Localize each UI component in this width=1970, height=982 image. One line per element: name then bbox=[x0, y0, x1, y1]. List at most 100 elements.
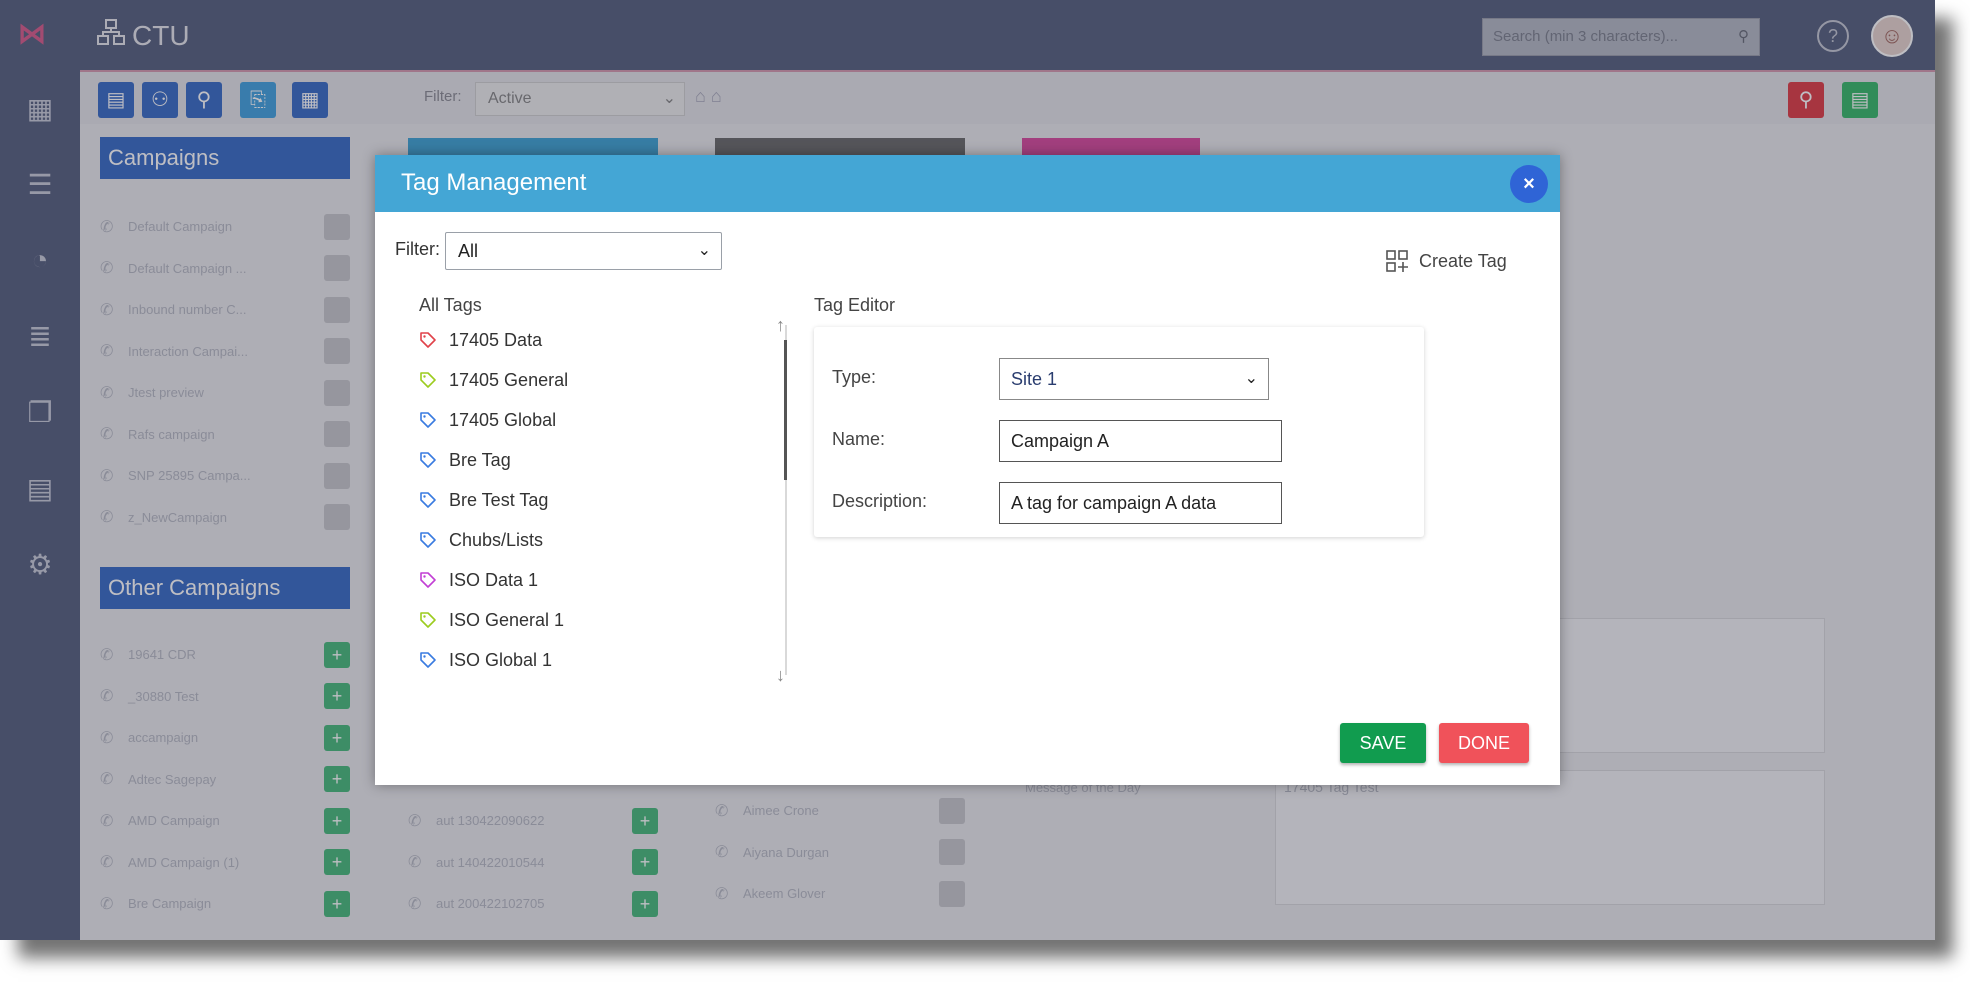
toolbar-document-button[interactable]: ▤ bbox=[98, 82, 134, 118]
tag-management-modal: Tag Management × Filter: All ⌄ Create Ta… bbox=[375, 155, 1560, 785]
bg-list-item[interactable]: ✆ Default Campaign ... bbox=[100, 252, 350, 285]
add-icon[interactable]: + bbox=[324, 890, 350, 917]
bg-list-item[interactable]: ✆ Bre Campaign + bbox=[100, 887, 350, 920]
phone-icon: ✆ bbox=[100, 260, 114, 277]
nav-documents-icon[interactable]: ❐ bbox=[0, 374, 80, 450]
bg-list-item[interactable]: ✆ Interaction Campai... bbox=[100, 335, 350, 368]
toolbar-filter-select[interactable]: Active ⌄ bbox=[475, 82, 685, 116]
phone-icon: ✆ bbox=[100, 343, 114, 360]
tag-list-item[interactable]: ISO Data 1 bbox=[419, 560, 739, 600]
tag-list-item[interactable]: ISO General 1 bbox=[419, 600, 739, 640]
bg-list-label: AMD Campaign bbox=[128, 813, 220, 828]
motd-textarea[interactable]: 17405 Tag Test bbox=[1275, 770, 1825, 905]
add-icon[interactable]: + bbox=[324, 641, 350, 668]
add-icon[interactable]: + bbox=[324, 724, 350, 751]
toolbar-copy-button[interactable]: ⎘ bbox=[240, 82, 276, 118]
global-search-input[interactable]: Search (min 3 characters)... ⚲ bbox=[1482, 18, 1760, 56]
tag-list-item[interactable]: Bre Tag bbox=[419, 440, 739, 480]
remove-icon[interactable] bbox=[324, 338, 350, 364]
tag-filter-value: All bbox=[458, 241, 479, 261]
bg-list-label: Default Campaign ... bbox=[128, 260, 247, 276]
nav-report-icon[interactable]: ▤ bbox=[0, 450, 80, 526]
bg-list-item[interactable]: ✆ aut 200422102705 + bbox=[408, 887, 658, 920]
save-button[interactable]: SAVE bbox=[1340, 723, 1426, 763]
bg-list-item[interactable]: ✆ Aimee Crone bbox=[715, 794, 965, 827]
tag-label: 17405 Global bbox=[449, 409, 557, 430]
tag-list-item[interactable]: Ad... bbox=[419, 680, 739, 683]
remove-icon[interactable] bbox=[324, 213, 350, 240]
bg-list-label: Jtest preview bbox=[128, 385, 204, 400]
bg-list-item[interactable]: ✆ Adtec Sagepay + bbox=[100, 763, 350, 796]
bg-list-item[interactable]: ✆ Akeem Glover bbox=[715, 877, 965, 910]
bg-list-item[interactable]: ✆ AMD Campaign (1) + bbox=[100, 846, 350, 879]
tag-list-item[interactable]: ISO Global 1 bbox=[419, 640, 739, 680]
tag-label: ISO Global 1 bbox=[449, 649, 553, 670]
remove-icon[interactable] bbox=[324, 296, 350, 323]
bg-list-item[interactable]: ✆ aut 140422010544 + bbox=[408, 846, 658, 879]
phone-icon: ✆ bbox=[100, 218, 114, 236]
nav-database-icon[interactable]: ≣ bbox=[0, 298, 80, 374]
create-tag-button[interactable]: Create Tag bbox=[1385, 249, 1507, 273]
bg-list-item[interactable]: ✆ z_NewCampaign bbox=[100, 501, 350, 534]
bg-list-item[interactable]: ✆ AMD Campaign + bbox=[100, 804, 350, 837]
bg-list-item[interactable]: ✆ Inbound number C... bbox=[100, 293, 350, 326]
remove-icon[interactable] bbox=[939, 880, 965, 907]
bg-list-item[interactable]: ✆ accampaign + bbox=[100, 721, 350, 754]
brand-logo-icon[interactable]: ⋈ bbox=[18, 20, 62, 48]
tag-list-item[interactable]: Chubs/Lists bbox=[419, 520, 739, 560]
name-input[interactable]: Campaign A bbox=[999, 420, 1282, 462]
add-icon[interactable]: + bbox=[632, 849, 658, 875]
add-icon[interactable]: + bbox=[632, 807, 658, 834]
arrow-down-icon[interactable]: ↓ bbox=[776, 665, 785, 686]
type-select[interactable]: Site 1 ⌄ bbox=[999, 358, 1269, 400]
arrow-up-icon[interactable]: ↑ bbox=[776, 315, 785, 336]
add-icon[interactable]: + bbox=[632, 890, 658, 917]
remove-icon[interactable] bbox=[324, 421, 350, 447]
tag-list-item[interactable]: Bre Test Tag bbox=[419, 480, 739, 520]
add-icon[interactable]: + bbox=[324, 807, 350, 834]
bg-list-item[interactable]: ✆ _30880 Test + bbox=[100, 680, 350, 713]
add-icon[interactable]: + bbox=[324, 683, 350, 709]
nav-building-icon[interactable]: ▦ bbox=[0, 70, 80, 146]
toolbar-filter-label: Filter: bbox=[424, 88, 462, 105]
bg-list-item[interactable]: ✆ Jtest preview bbox=[100, 376, 350, 409]
search-icon[interactable]: ⚲ bbox=[1738, 19, 1749, 55]
toolbar-tag-icons[interactable]: ⌂ ⌂ bbox=[695, 86, 722, 107]
add-icon[interactable]: + bbox=[324, 766, 350, 792]
tag-list: 17405 Data 17405 General 17405 Global Bre T… bbox=[419, 320, 739, 683]
toolbar-user-button[interactable]: ⚲ bbox=[186, 82, 222, 118]
bg-list-label: z_NewCampaign bbox=[128, 509, 227, 525]
nav-dashboard-icon[interactable]: ◔ bbox=[0, 222, 80, 298]
add-icon[interactable]: + bbox=[324, 849, 350, 875]
tag-list-item[interactable]: 17405 Global bbox=[419, 400, 739, 440]
nav-list-icon[interactable]: ☰ bbox=[0, 146, 80, 222]
remove-icon[interactable] bbox=[324, 462, 350, 489]
bg-list-item[interactable]: ✆ 19641 CDR + bbox=[100, 638, 350, 671]
tag-list-item[interactable]: 17405 General bbox=[419, 360, 739, 400]
remove-icon[interactable] bbox=[939, 839, 965, 865]
bg-list-item[interactable]: ✆ SNP 25895 Campa... bbox=[100, 459, 350, 492]
remove-icon[interactable] bbox=[324, 255, 350, 281]
toolbar-remove-user-button[interactable]: ⚲ bbox=[1788, 82, 1824, 118]
toolbar-export-button[interactable]: ▤ bbox=[1842, 82, 1878, 118]
tag-list-item[interactable]: 17405 Data bbox=[419, 320, 739, 360]
help-icon[interactable]: ? bbox=[1817, 20, 1849, 52]
remove-icon[interactable] bbox=[324, 379, 350, 406]
user-avatar[interactable]: ☺ bbox=[1871, 15, 1913, 57]
remove-icon[interactable] bbox=[324, 504, 350, 530]
bg-list-item[interactable]: ✆ Rafs campaign bbox=[100, 418, 350, 451]
tag-icon bbox=[419, 651, 437, 669]
done-button[interactable]: DONE bbox=[1439, 723, 1529, 763]
nav-settings-icon[interactable]: ⚙ bbox=[0, 526, 80, 602]
toolbar-users-button[interactable]: ⚇ bbox=[142, 82, 178, 118]
tag-list-scroll-thumb[interactable] bbox=[784, 340, 787, 480]
bg-list-item[interactable]: ✆ aut 130422090622 + bbox=[408, 804, 658, 837]
bg-list-item[interactable]: ✆ Default Campaign bbox=[100, 210, 350, 243]
remove-icon[interactable] bbox=[939, 797, 965, 824]
description-input[interactable]: A tag for campaign A data bbox=[999, 482, 1282, 524]
tag-filter-select[interactable]: All ⌄ bbox=[445, 232, 722, 270]
toolbar-grid-button[interactable]: ▦ bbox=[292, 82, 328, 118]
bg-list-item[interactable]: ✆ Aiyana Durgan bbox=[715, 836, 965, 869]
close-button[interactable]: × bbox=[1510, 165, 1548, 203]
description-value: A tag for campaign A data bbox=[1011, 493, 1217, 513]
